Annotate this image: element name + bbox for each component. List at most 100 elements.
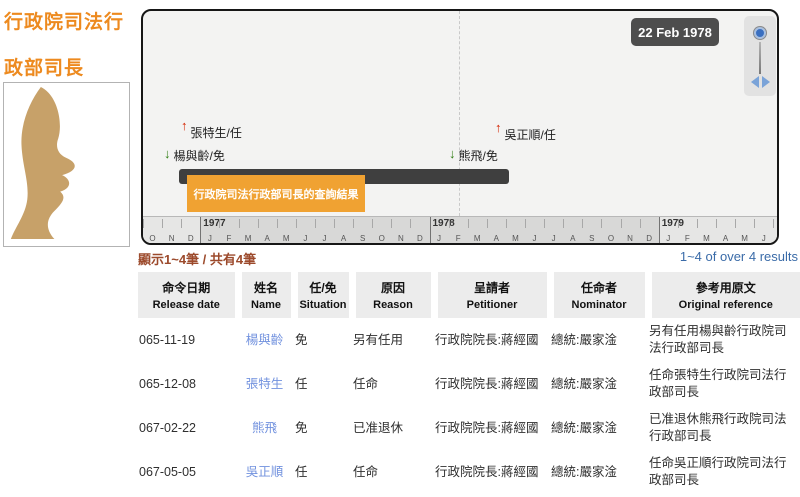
axis-month-label: J xyxy=(754,234,773,243)
axis-month-label: N xyxy=(162,234,181,243)
reason-cell: 另有任用 xyxy=(352,318,434,362)
table-row: 067-05-05吳正順任任命行政院院長:蔣經國總統:嚴家淦任命吳正順行政院司法… xyxy=(138,450,800,494)
reason-cell: 任命 xyxy=(352,450,434,494)
axis-month-tick xyxy=(754,219,755,228)
release-date-cell: 067-02-22 xyxy=(138,406,238,450)
axis-month-tick xyxy=(487,219,488,228)
axis-month-tick xyxy=(296,219,297,228)
axis-month-tick xyxy=(582,219,583,228)
axis-month-label: S xyxy=(582,234,601,243)
axis-month-label: F xyxy=(219,234,238,243)
axis-month-tick xyxy=(353,219,354,228)
timeline-event[interactable]: ↑張特生/任 xyxy=(181,124,242,141)
axis-month-tick xyxy=(277,219,278,228)
query-result-tooltip: 行政院司法行政部司長的查詢結果 xyxy=(187,175,365,212)
nominator-cell: 總統:嚴家淦 xyxy=(550,450,648,494)
axis-month-label: N xyxy=(391,234,410,243)
axis-month-tick xyxy=(678,219,679,228)
timeline-event[interactable]: ↓熊飛/免 xyxy=(449,147,498,164)
pan-left-icon[interactable] xyxy=(751,76,759,88)
axis-month-label: A xyxy=(258,234,277,243)
name-link[interactable]: 熊飛 xyxy=(238,406,294,450)
down-arrow-icon: ↓ xyxy=(164,148,171,160)
axis-month-tick xyxy=(735,219,736,228)
axis-month-tick xyxy=(143,219,144,228)
column-header: 命令日期Release date xyxy=(138,272,238,318)
axis-month-tick xyxy=(640,219,641,228)
event-label[interactable]: 張特生/任 xyxy=(191,124,242,141)
axis-month-tick xyxy=(544,219,545,228)
axis-month-label: D xyxy=(640,234,659,243)
axis-year-label: 1979 xyxy=(662,218,684,229)
situation-cell: 免 xyxy=(294,318,352,362)
axis-month-label: D xyxy=(181,234,200,243)
axis-month-label: M xyxy=(697,234,716,243)
axis-month-tick xyxy=(449,219,450,228)
timeline-event[interactable]: ↓楊與齡/免 xyxy=(164,147,225,164)
axis-month-label: A xyxy=(563,234,582,243)
person-link[interactable]: 楊與齡 xyxy=(246,333,284,347)
axis-month-label: M xyxy=(277,234,296,243)
results-table-header: 命令日期Release date姓名Name任/免Situation原因Reas… xyxy=(138,272,800,318)
person-link[interactable]: 吳正順 xyxy=(246,465,284,479)
zoom-track xyxy=(759,42,761,74)
name-link[interactable]: 張特生 xyxy=(238,362,294,406)
up-arrow-icon: ↑ xyxy=(495,122,502,134)
axis-month-label: S xyxy=(353,234,372,243)
petitioner-cell: 行政院院長:蔣經國 xyxy=(434,450,550,494)
pan-right-icon[interactable] xyxy=(762,76,770,88)
petitioner-cell: 行政院院長:蔣經國 xyxy=(434,318,550,362)
zoom-slider[interactable] xyxy=(744,16,776,96)
axis-month-tick xyxy=(563,219,564,228)
release-date-cell: 065-12-08 xyxy=(138,362,238,406)
person-link[interactable]: 張特生 xyxy=(246,377,284,391)
situation-cell: 任 xyxy=(294,362,352,406)
axis-month-tick xyxy=(162,219,163,228)
axis-month-label: F xyxy=(449,234,468,243)
release-date-cell: 067-05-05 xyxy=(138,450,238,494)
results-count-bar: 顯示1~4筆 / 共有4筆 1~4 of over 4 results xyxy=(138,249,798,268)
nominator-cell: 總統:嚴家淦 xyxy=(550,318,648,362)
event-label[interactable]: 楊與齡/免 xyxy=(174,147,225,164)
axis-month-tick xyxy=(410,219,411,228)
reference-cell: 已准退休熊飛行政院司法行政部司長 xyxy=(648,406,800,450)
axis-month-tick xyxy=(506,219,507,228)
axis-month-label: J xyxy=(773,234,779,243)
axis-month-label: J xyxy=(430,234,449,243)
axis-month-tick xyxy=(716,219,717,228)
column-header: 姓名Name xyxy=(238,272,294,318)
reference-cell: 任命張特生行政院司法行政部司長 xyxy=(648,362,800,406)
column-header: 參考用原文Original reference xyxy=(648,272,800,318)
event-label[interactable]: 熊飛/免 xyxy=(459,147,498,164)
column-header: 任命者Nominator xyxy=(550,272,648,318)
timeline-axis: OND1977JFMAMJJASOND1978JFMAMJJASOND1979J… xyxy=(143,216,777,244)
axis-month-tick xyxy=(391,219,392,228)
axis-month-tick xyxy=(181,219,182,228)
face-silhouette-icon xyxy=(6,85,127,244)
person-link[interactable]: 熊飛 xyxy=(252,421,277,435)
axis-year-label: 1977 xyxy=(203,218,225,229)
name-link[interactable]: 楊與齡 xyxy=(238,318,294,362)
axis-month-label: N xyxy=(621,234,640,243)
name-link[interactable]: 吳正順 xyxy=(238,450,294,494)
axis-month-tick xyxy=(258,219,259,228)
axis-month-label: J xyxy=(296,234,315,243)
reason-cell: 已准退休 xyxy=(352,406,434,450)
axis-month-tick xyxy=(219,219,220,228)
situation-cell: 任 xyxy=(294,450,352,494)
axis-month-label: A xyxy=(716,234,735,243)
axis-month-tick xyxy=(468,219,469,228)
axis-month-label: M xyxy=(735,234,754,243)
axis-month-tick xyxy=(601,219,602,228)
results-table-body: 065-11-19楊與齡免另有任用行政院院長:蔣經國總統:嚴家淦另有任用楊與齡行… xyxy=(138,318,800,494)
down-arrow-icon: ↓ xyxy=(449,148,456,160)
zoom-knob-icon[interactable] xyxy=(754,27,766,39)
column-header: 原因Reason xyxy=(352,272,434,318)
current-date-badge: 22 Feb 1978 xyxy=(631,18,719,46)
timeline-event[interactable]: ↑吳正順/任 xyxy=(495,126,556,143)
axis-month-label: D xyxy=(410,234,429,243)
event-label[interactable]: 吳正順/任 xyxy=(505,126,556,143)
nominator-cell: 總統:嚴家淦 xyxy=(550,362,648,406)
timeline-panel[interactable]: ↓楊與齡/免↑張特生/任↓熊飛/免↑吳正順/任 行政院司法行政部司長的查詢結果 … xyxy=(141,9,779,245)
page-title: 行政院司法行政部司長 xyxy=(4,0,130,92)
